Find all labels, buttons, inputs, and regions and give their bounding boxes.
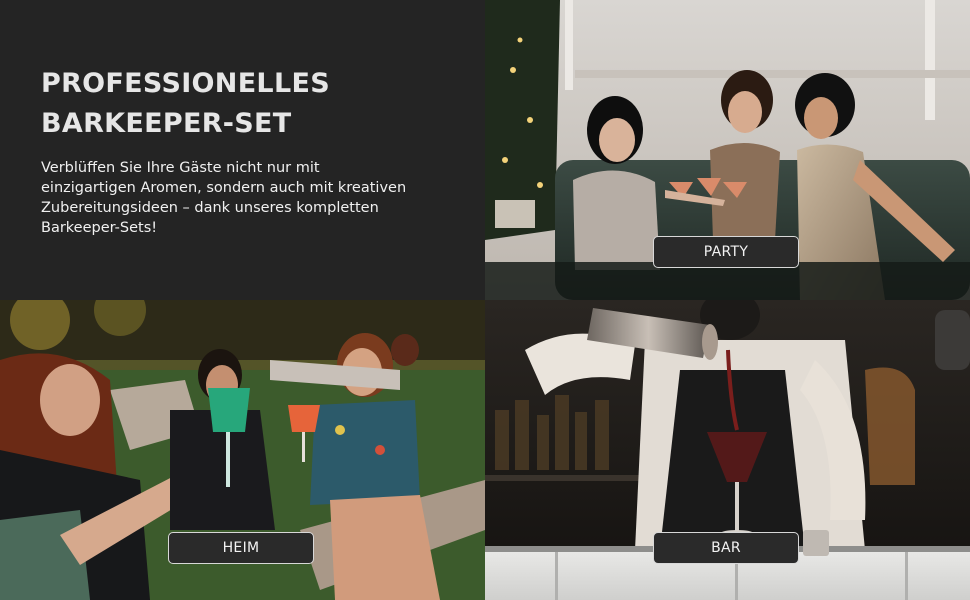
collage-grid: PROFESSIONELLES BARKEEPER-SET Verblüffen… [0, 0, 970, 600]
description-line-1: Verblüffen Sie Ihre Gäste nicht nur mit [41, 160, 320, 176]
description-line-4: Barkeeper-Sets! [41, 220, 158, 236]
heim-tile: HEIM [0, 300, 485, 600]
intro-panel: PROFESSIONELLES BARKEEPER-SET Verblüffen… [0, 0, 485, 300]
description: Verblüffen Sie Ihre Gäste nicht nur mit … [41, 158, 441, 238]
description-line-3: Zubereitungsideen – dank unseres komplet… [41, 200, 379, 216]
party-tile: PARTY [485, 0, 970, 300]
description-line-2: einzigartigen Aromen, sondern auch mit k… [41, 180, 407, 196]
headline-line-1: PROFESSIONELLES [41, 68, 330, 99]
headline-line-2: BARKEEPER-SET [41, 108, 292, 139]
party-label[interactable]: PARTY [653, 236, 799, 268]
headline: PROFESSIONELLES BARKEEPER-SET [41, 64, 330, 144]
bar-tile: BAR [485, 300, 970, 600]
heim-label[interactable]: HEIM [168, 532, 314, 564]
bar-label[interactable]: BAR [653, 532, 799, 564]
